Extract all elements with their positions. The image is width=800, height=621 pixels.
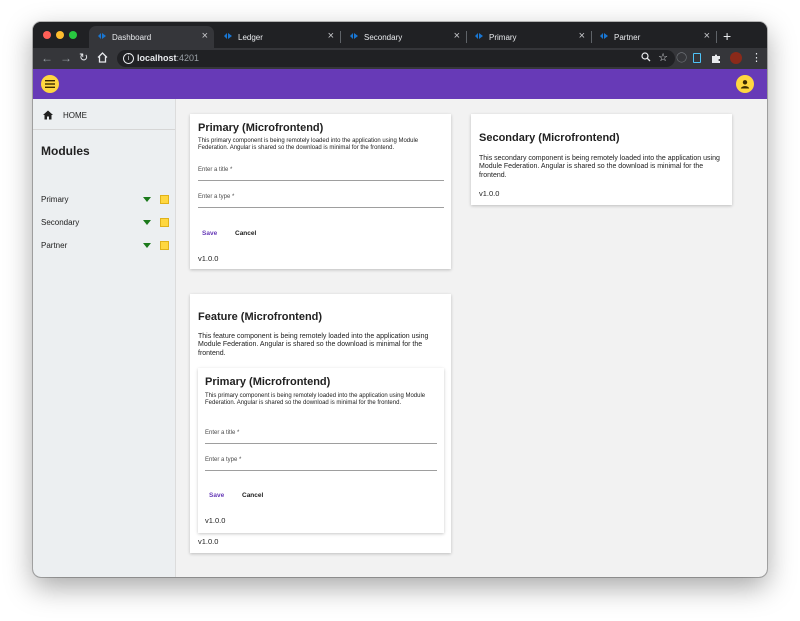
app-toolbar bbox=[33, 69, 767, 99]
close-tab-icon[interactable]: × bbox=[579, 30, 585, 42]
url-text: localhost:4201 bbox=[137, 53, 200, 63]
site-info-icon[interactable]: i bbox=[123, 53, 134, 64]
close-tab-icon[interactable]: × bbox=[454, 30, 460, 42]
card-title: Primary (Microfrontend) bbox=[205, 376, 331, 388]
tab-label: Partner bbox=[614, 33, 641, 42]
browser-window: Dashboard × Ledger × Secondary × Primary… bbox=[33, 22, 767, 577]
tab-label: Primary bbox=[489, 33, 517, 42]
version-label: v1.0.0 bbox=[205, 516, 226, 525]
checkbox-icon[interactable] bbox=[160, 195, 169, 204]
extensions-puzzle-icon[interactable] bbox=[711, 53, 722, 64]
close-window-button[interactable] bbox=[43, 31, 51, 39]
close-tab-icon[interactable]: × bbox=[328, 30, 334, 42]
bookmark-star-icon[interactable]: ☆ bbox=[658, 51, 668, 64]
maximize-window-button[interactable] bbox=[69, 31, 77, 39]
sidebar-item-label: Secondary bbox=[41, 218, 80, 227]
card-description: This primary component is being remotely… bbox=[198, 138, 419, 152]
tab-primary[interactable]: Primary × bbox=[466, 26, 592, 48]
reload-icon[interactable]: ↻ bbox=[79, 51, 88, 64]
browser-menu-icon[interactable]: ⋮ bbox=[751, 51, 762, 64]
card-title: Primary (Microfrontend) bbox=[198, 122, 324, 134]
tab-partner[interactable]: Partner × bbox=[591, 26, 717, 48]
angular-favicon-icon bbox=[600, 33, 608, 39]
sidebar-item-label: Primary bbox=[41, 195, 69, 204]
angular-favicon-icon bbox=[98, 33, 106, 39]
new-tab-button[interactable]: + bbox=[723, 28, 731, 44]
checkbox-icon[interactable] bbox=[160, 241, 169, 250]
sidenav: HOME Modules Primary Secondary Partner bbox=[33, 99, 176, 577]
cancel-button[interactable]: Cancel bbox=[242, 492, 263, 499]
close-tab-icon[interactable]: × bbox=[202, 30, 208, 42]
tab-strip: Dashboard × Ledger × Secondary × Primary… bbox=[33, 22, 767, 48]
profile-avatar[interactable] bbox=[730, 52, 742, 64]
primary-card: Primary (Microfrontend) This primary com… bbox=[190, 114, 451, 269]
angular-favicon-icon bbox=[224, 33, 232, 39]
card-description: This secondary component is being remote… bbox=[479, 155, 720, 179]
type-input[interactable]: Enter a type * bbox=[198, 194, 444, 208]
version-label: v1.0.0 bbox=[198, 254, 219, 263]
tab-label: Secondary bbox=[364, 33, 403, 42]
card-title: Secondary (Microfrontend) bbox=[479, 132, 620, 144]
card-title: Feature (Microfrontend) bbox=[198, 311, 323, 323]
tab-dashboard[interactable]: Dashboard × bbox=[89, 26, 214, 48]
triangle-down-icon bbox=[143, 197, 151, 202]
sidebar-item-primary[interactable]: Primary bbox=[41, 193, 171, 207]
home-icon bbox=[43, 110, 53, 120]
hamburger-menu-icon bbox=[45, 80, 55, 88]
extension-doc-icon[interactable] bbox=[693, 53, 701, 63]
version-label: v1.0.0 bbox=[198, 537, 219, 546]
checkbox-icon[interactable] bbox=[160, 218, 169, 227]
sidebar-item-secondary[interactable]: Secondary bbox=[41, 216, 171, 230]
nested-primary-card: Primary (Microfrontend) This primary com… bbox=[198, 368, 444, 533]
divider bbox=[33, 129, 175, 130]
title-input[interactable]: Enter a title * bbox=[205, 430, 437, 444]
sidebar-item-label: Partner bbox=[41, 241, 68, 250]
version-label: v1.0.0 bbox=[479, 189, 500, 198]
back-arrow-icon[interactable]: ← bbox=[41, 51, 53, 65]
tab-secondary[interactable]: Secondary × bbox=[341, 26, 467, 48]
save-button[interactable]: Save bbox=[209, 492, 224, 499]
extension-disabled-icon[interactable]: ◯ bbox=[676, 52, 687, 63]
account-button[interactable] bbox=[736, 75, 754, 93]
home-icon[interactable] bbox=[97, 52, 108, 63]
address-bar[interactable]: i localhost:4201 ☆ bbox=[117, 50, 675, 67]
cancel-button[interactable]: Cancel bbox=[235, 230, 256, 237]
minimize-window-button[interactable] bbox=[56, 31, 64, 39]
tab-ledger[interactable]: Ledger × bbox=[215, 26, 341, 48]
home-label: HOME bbox=[63, 111, 87, 120]
card-description: This primary component is being remotely… bbox=[205, 393, 426, 407]
modules-heading: Modules bbox=[41, 144, 90, 158]
triangle-down-icon bbox=[143, 243, 151, 248]
secondary-card: Secondary (Microfrontend) This secondary… bbox=[471, 114, 732, 205]
tab-separator bbox=[716, 31, 717, 43]
zoom-icon[interactable] bbox=[641, 52, 651, 62]
card-description: This feature component is being remotely… bbox=[198, 333, 429, 357]
account-circle-icon bbox=[740, 80, 750, 89]
feature-card: Feature (Microfrontend) This feature com… bbox=[190, 294, 451, 553]
tab-label: Ledger bbox=[238, 33, 263, 42]
browser-toolbar: ← → ↻ i localhost:4201 ☆ ◯ ⋮ bbox=[33, 48, 767, 69]
angular-favicon-icon bbox=[475, 33, 483, 39]
title-input[interactable]: Enter a title * bbox=[198, 167, 444, 181]
type-input[interactable]: Enter a type * bbox=[205, 457, 437, 471]
angular-favicon-icon bbox=[350, 33, 358, 39]
save-button[interactable]: Save bbox=[202, 230, 217, 237]
close-tab-icon[interactable]: × bbox=[704, 30, 710, 42]
tab-label: Dashboard bbox=[112, 33, 152, 42]
forward-arrow-icon[interactable]: → bbox=[60, 51, 72, 65]
dashboard-content: Primary (Microfrontend) This primary com… bbox=[176, 99, 767, 577]
triangle-down-icon bbox=[143, 220, 151, 225]
sidebar-item-partner[interactable]: Partner bbox=[41, 239, 171, 253]
menu-button[interactable] bbox=[41, 75, 59, 93]
